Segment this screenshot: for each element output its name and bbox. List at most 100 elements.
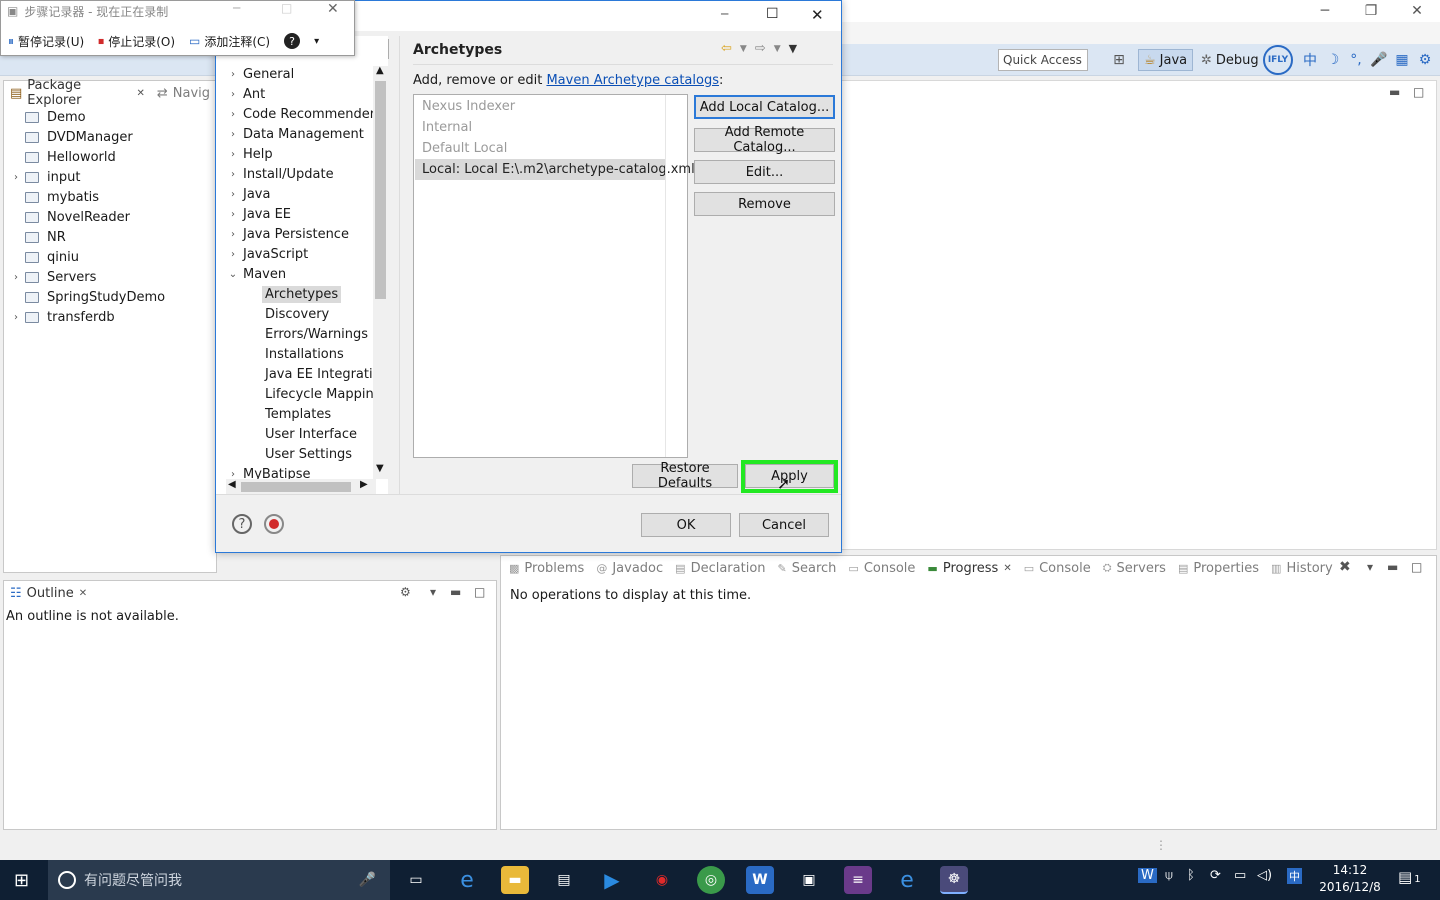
microphone-icon[interactable]: 🎤 [1370, 51, 1388, 69]
tree-item[interactable]: SpringStudyDemo [4, 287, 165, 307]
tree-item[interactable]: qiniu [4, 247, 79, 267]
close-icon[interactable]: ✕ [811, 6, 824, 24]
perspective-java[interactable]: ☕ Java [1138, 49, 1194, 71]
eclipse-icon[interactable]: ☸ [940, 866, 968, 894]
archetype-catalogs-link[interactable]: Maven Archetype catalogs [546, 73, 719, 88]
bluetooth-icon[interactable]: ᛒ [1187, 868, 1195, 883]
chevron-right-icon[interactable]: › [226, 149, 240, 160]
chevron-right-icon[interactable]: › [226, 249, 240, 260]
scroll-left-icon[interactable]: ◀ [228, 479, 236, 490]
volume-icon[interactable]: ◁) [1257, 868, 1272, 883]
edge-icon[interactable]: e [453, 866, 481, 894]
tree-item[interactable]: mybatis [4, 187, 99, 207]
edit-button[interactable]: Edit... [694, 160, 835, 184]
chevron-right-icon[interactable]: › [226, 109, 240, 120]
tree-item[interactable]: DVDManager [4, 127, 133, 147]
chevron-down-icon[interactable]: ⌄ [226, 269, 240, 280]
pref-tree-item[interactable]: Templates [265, 404, 331, 424]
catalog-item[interactable]: Default Local [415, 138, 665, 159]
pref-tree-item[interactable]: Installations [265, 344, 344, 364]
ie-icon[interactable]: e [893, 866, 921, 894]
task-view-icon[interactable]: ▭ [402, 866, 430, 894]
moon-icon[interactable]: ☽ [1324, 51, 1342, 69]
tree-horizontal-scrollbar[interactable]: ◀ ▶ [226, 479, 376, 494]
rar-icon[interactable]: ≡ [844, 866, 872, 894]
record-macro-icon[interactable] [264, 514, 284, 534]
pref-tree-item[interactable]: › JavaScript [218, 244, 308, 264]
pref-tree-item[interactable]: Errors/Warnings [265, 324, 368, 344]
tab-progress[interactable]: ▬ Progress ✕ [921, 556, 1018, 580]
catalog-list[interactable]: Nexus Indexer Internal Default Local Local:… [413, 94, 695, 458]
maximize-icon[interactable]: □ [474, 585, 485, 599]
ifly-icon[interactable]: IFLY [1263, 45, 1293, 75]
pref-tree-item[interactable]: › Help [218, 144, 273, 164]
media-player-icon[interactable]: ▶ [598, 866, 626, 894]
tab-servers[interactable]: ⛭ Servers [1097, 556, 1172, 580]
page-menu-icon[interactable]: ▼ [789, 42, 797, 56]
file-explorer-icon[interactable]: ▬ [501, 866, 529, 894]
stop-record-button[interactable]: ⏹ 停止记录(O) [91, 33, 182, 50]
chevron-down-icon[interactable]: ▼ [740, 44, 747, 56]
minimize-icon[interactable]: ▬ [1387, 560, 1398, 574]
windows-start-icon[interactable]: ⊞ [14, 870, 29, 891]
pref-tree-item[interactable]: ⌄ Maven [218, 264, 286, 284]
restore-defaults-button[interactable]: Restore Defaults [632, 461, 738, 491]
steps-recorder-taskbar-icon[interactable]: ▣ [795, 866, 823, 894]
tab-properties[interactable]: ▤ Properties [1172, 556, 1265, 580]
chevron-right-icon[interactable]: › [226, 169, 240, 180]
music-app-icon[interactable]: ◉ [648, 866, 676, 894]
tree-item[interactable]: › Servers [4, 267, 96, 287]
list-scrollbar[interactable] [665, 95, 687, 457]
cancel-button[interactable]: Cancel [739, 513, 829, 537]
pref-tree-item[interactable]: › Java [218, 184, 270, 204]
chevron-down-icon[interactable]: ▾ [314, 36, 319, 47]
tab-declaration[interactable]: ▤ Declaration [669, 556, 771, 580]
close-tab-icon[interactable]: ✕ [1003, 563, 1011, 574]
pref-tree-item[interactable]: › Java Persistence [218, 224, 349, 244]
tab-outline[interactable]: ☷ Outline ✕ [4, 581, 93, 605]
close-tab-icon[interactable]: ✕ [79, 588, 87, 599]
tree-item[interactable]: › input [4, 167, 80, 187]
maximize-icon[interactable]: □ [1413, 85, 1424, 99]
ime-chinese-icon[interactable]: 中 [1301, 51, 1319, 69]
minimize-icon[interactable]: ▬ [1389, 85, 1400, 99]
remove-all-icon[interactable]: ✖ [1339, 559, 1351, 575]
chrome-icon[interactable]: ◎ [697, 866, 725, 894]
ime-tray-icon[interactable]: 中 [1287, 868, 1302, 884]
minimize-icon[interactable]: ▬ [450, 585, 461, 599]
expand-chevron-icon[interactable]: › [9, 172, 23, 183]
help-button[interactable]: ? ▾ [277, 33, 326, 49]
scroll-down-icon[interactable]: ▼ [376, 463, 384, 474]
chevron-right-icon[interactable]: › [226, 129, 240, 140]
sync-tray-icon[interactable]: ⟳ [1210, 868, 1221, 883]
tree-vertical-scrollbar[interactable]: ▲ ▼ [373, 65, 388, 479]
tab-history[interactable]: ▥ History [1265, 556, 1339, 580]
pref-tree-item[interactable]: › Java EE [218, 204, 291, 224]
back-arrow-icon[interactable]: ⇦ [721, 41, 732, 56]
maximize-icon[interactable]: ☐ [766, 6, 779, 22]
tree-item[interactable]: NovelReader [4, 207, 130, 227]
pref-tree-item[interactable]: › Ant [218, 84, 265, 104]
tree-item[interactable]: NR [4, 227, 66, 247]
word-icon[interactable]: W [746, 866, 774, 894]
pause-record-button[interactable]: ⏸ 暂停记录(U) [1, 33, 91, 50]
catalog-item[interactable]: Local: Local E:\.m2\archetype-catalog.xm… [415, 159, 695, 180]
store-icon[interactable]: ▤ [550, 866, 578, 894]
chevron-right-icon[interactable]: › [226, 89, 240, 100]
tab-console[interactable]: ▭ Console [1018, 556, 1097, 580]
chevron-right-icon[interactable]: › [226, 189, 240, 200]
tab-navigator[interactable]: ⇄ Navig [151, 81, 216, 105]
cortana-search[interactable]: 有问题尽管问我 🎤 [48, 860, 390, 900]
view-menu-icon[interactable]: ▾ [1367, 560, 1373, 574]
clock[interactable]: 14:12 2016/12/8 [1318, 862, 1382, 896]
pref-tree-item[interactable]: Lifecycle Mapping [265, 384, 382, 404]
catalog-item[interactable]: Nexus Indexer [415, 96, 665, 117]
tray-icon[interactable]: ⍦ [1165, 868, 1173, 883]
tab-search[interactable]: ✎ Search [772, 556, 843, 580]
chevron-right-icon[interactable]: › [226, 469, 240, 480]
open-perspective-icon[interactable]: ⊞ [1110, 51, 1128, 69]
add-remote-catalog-button[interactable]: Add Remote Catalog... [694, 125, 835, 155]
pref-tree-item[interactable]: › Code Recommenders [218, 104, 382, 124]
notification-icon[interactable]: ▤ 1 [1398, 868, 1421, 886]
pref-tree-item[interactable]: User Settings [265, 444, 352, 464]
